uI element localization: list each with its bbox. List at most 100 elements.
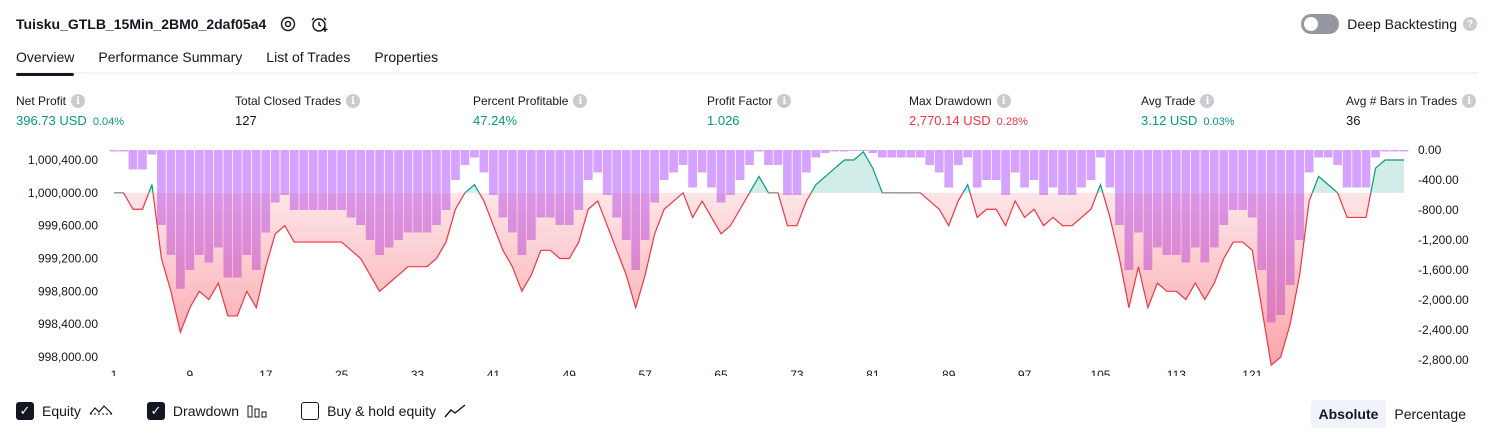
drawdown-bar	[138, 150, 147, 170]
x-tick-label: 121	[1242, 368, 1262, 376]
drawdown-bar	[972, 150, 982, 188]
x-tick-label: 9	[187, 368, 194, 376]
tab-list-of-trades[interactable]: List of Trades	[266, 44, 350, 74]
drawdown-bar	[669, 150, 678, 173]
drawdown-bar	[1029, 150, 1039, 180]
absolute-button[interactable]: Absolute	[1310, 400, 1387, 428]
drawdown-bar	[925, 150, 935, 165]
drawdown-bar	[1077, 150, 1086, 188]
tab-performance-summary[interactable]: Performance Summary	[98, 44, 242, 74]
x-tick-label: 105	[1090, 368, 1110, 376]
metric-value: 3.12 USD 0.03%	[1141, 113, 1235, 128]
legend-buy-hold[interactable]: Buy & hold equity	[301, 402, 466, 420]
drawdown-bar	[479, 150, 489, 173]
tab-properties[interactable]: Properties	[374, 44, 438, 74]
info-icon[interactable]: i	[1462, 94, 1477, 108]
left-tick-label: 1,000,000.00	[28, 186, 98, 200]
info-icon[interactable]: i	[1200, 94, 1215, 108]
metric-label: Profit Factor i	[707, 94, 792, 108]
drawdown-bar	[906, 150, 916, 158]
info-icon[interactable]: i	[996, 94, 1011, 108]
left-tick-label: 998,800.00	[38, 284, 98, 298]
drawdown-bar	[915, 150, 925, 158]
metric-value-text: 3.12 USD	[1141, 113, 1198, 128]
add-alert-icon[interactable]	[310, 14, 330, 34]
x-tick-label: 17	[259, 368, 273, 376]
x-tick-label: 41	[487, 368, 501, 376]
settings-icon[interactable]	[278, 14, 298, 34]
drawdown-bar	[659, 150, 669, 180]
metric-avg-trade: Avg Trade i 3.12 USD 0.03%	[1141, 94, 1235, 128]
drawdown-bar	[1020, 150, 1029, 188]
drawdown-bar	[887, 150, 897, 158]
metric-label-text: Max Drawdown	[909, 94, 992, 108]
left-tick-label: 998,400.00	[38, 317, 98, 331]
drawdown-bar	[1314, 150, 1323, 158]
metric-value-text: 47.24%	[473, 113, 518, 128]
drawdown-bar	[697, 150, 707, 173]
deep-backtesting-switch[interactable]	[1301, 14, 1340, 34]
left-tick-label: 999,200.00	[38, 252, 98, 266]
x-tick-label: 1	[111, 368, 118, 376]
metric-value: 2,770.14 USD 0.28%	[909, 113, 1028, 128]
right-tick-label: -2,800.00	[1418, 353, 1469, 367]
equity-chart[interactable]: 1,000,400.00 1,000,000.00 999,600.00 999,20…	[0, 140, 1494, 376]
drawdown-bar	[896, 150, 906, 158]
legend-equity[interactable]: ✓ Equity	[16, 402, 113, 420]
drawdown-bar	[583, 150, 593, 180]
right-tick-label: -2,000.00	[1418, 293, 1469, 307]
drawdown-bar	[792, 150, 802, 195]
info-icon[interactable]: i	[71, 94, 86, 108]
metric-total-closed-trades: Total Closed Trades i 127	[235, 94, 361, 128]
right-tick-label: -1,200.00	[1418, 233, 1469, 247]
metric-value: 36	[1346, 113, 1476, 128]
metric-label: Avg # Bars in Trades i	[1346, 94, 1477, 108]
legend-drawdown[interactable]: ✓ Drawdown	[146, 402, 267, 420]
metric-label: Percent Profitable i	[473, 94, 588, 108]
right-tick-label: -800.00	[1418, 203, 1459, 217]
drawdown-bar	[764, 150, 773, 165]
right-tick-label: 0.00	[1418, 143, 1442, 157]
metric-value: 47.24%	[473, 113, 587, 128]
drawdown-bar	[119, 150, 128, 152]
metric-value: 1.026	[707, 113, 791, 128]
metric-profit-factor: Profit Factor i 1.026	[707, 94, 792, 128]
drawdown-bar	[773, 150, 783, 165]
drawdown-bar	[1001, 150, 1010, 195]
drawdown-bar	[735, 150, 745, 180]
drawdown-bar	[1039, 150, 1048, 195]
metric-percent: 0.03%	[1203, 116, 1235, 128]
info-icon[interactable]: i	[777, 94, 792, 108]
drawdown-bar	[451, 150, 460, 180]
info-icon[interactable]: i	[346, 94, 361, 108]
percentage-button[interactable]: Percentage	[1386, 400, 1474, 428]
equity-checkbox[interactable]: ✓	[16, 402, 34, 420]
metric-label: Avg Trade i	[1141, 94, 1235, 108]
buy-hold-line-icon	[444, 404, 466, 418]
info-icon[interactable]: i	[573, 94, 588, 108]
tab-overview[interactable]: Overview	[16, 44, 75, 76]
drawdown-bar	[602, 150, 612, 195]
metric-value-text: 1.026	[707, 113, 740, 128]
metric-percent-profitable: Percent Profitable i 47.24%	[473, 94, 588, 128]
help-icon[interactable]: ?	[1463, 17, 1477, 31]
drawdown-bar	[1361, 150, 1371, 188]
drawdown-bar	[745, 150, 754, 165]
legend-buy-hold-label: Buy & hold equity	[327, 403, 437, 419]
drawdown-bars-icon	[247, 404, 267, 418]
metric-percent: 0.28%	[996, 116, 1028, 128]
drawdown-bar	[1096, 150, 1105, 158]
drawdown-checkbox[interactable]: ✓	[146, 402, 165, 420]
metric-percent: 0.04%	[92, 116, 125, 128]
drawdown-bar	[1086, 150, 1096, 180]
drawdown-bar	[754, 150, 764, 152]
drawdown-bar	[802, 150, 811, 173]
drawdown-bar	[849, 150, 859, 151]
drawdown-bar	[688, 150, 697, 188]
drawdown-bar	[963, 150, 973, 158]
metric-net-profit: Net Profit i 396.73 USD 0.04%	[16, 94, 124, 128]
x-tick-label: 33	[411, 368, 425, 376]
drawdown-bar	[128, 150, 138, 170]
drawdown-bar	[783, 150, 792, 195]
buy-hold-checkbox[interactable]	[301, 402, 320, 420]
